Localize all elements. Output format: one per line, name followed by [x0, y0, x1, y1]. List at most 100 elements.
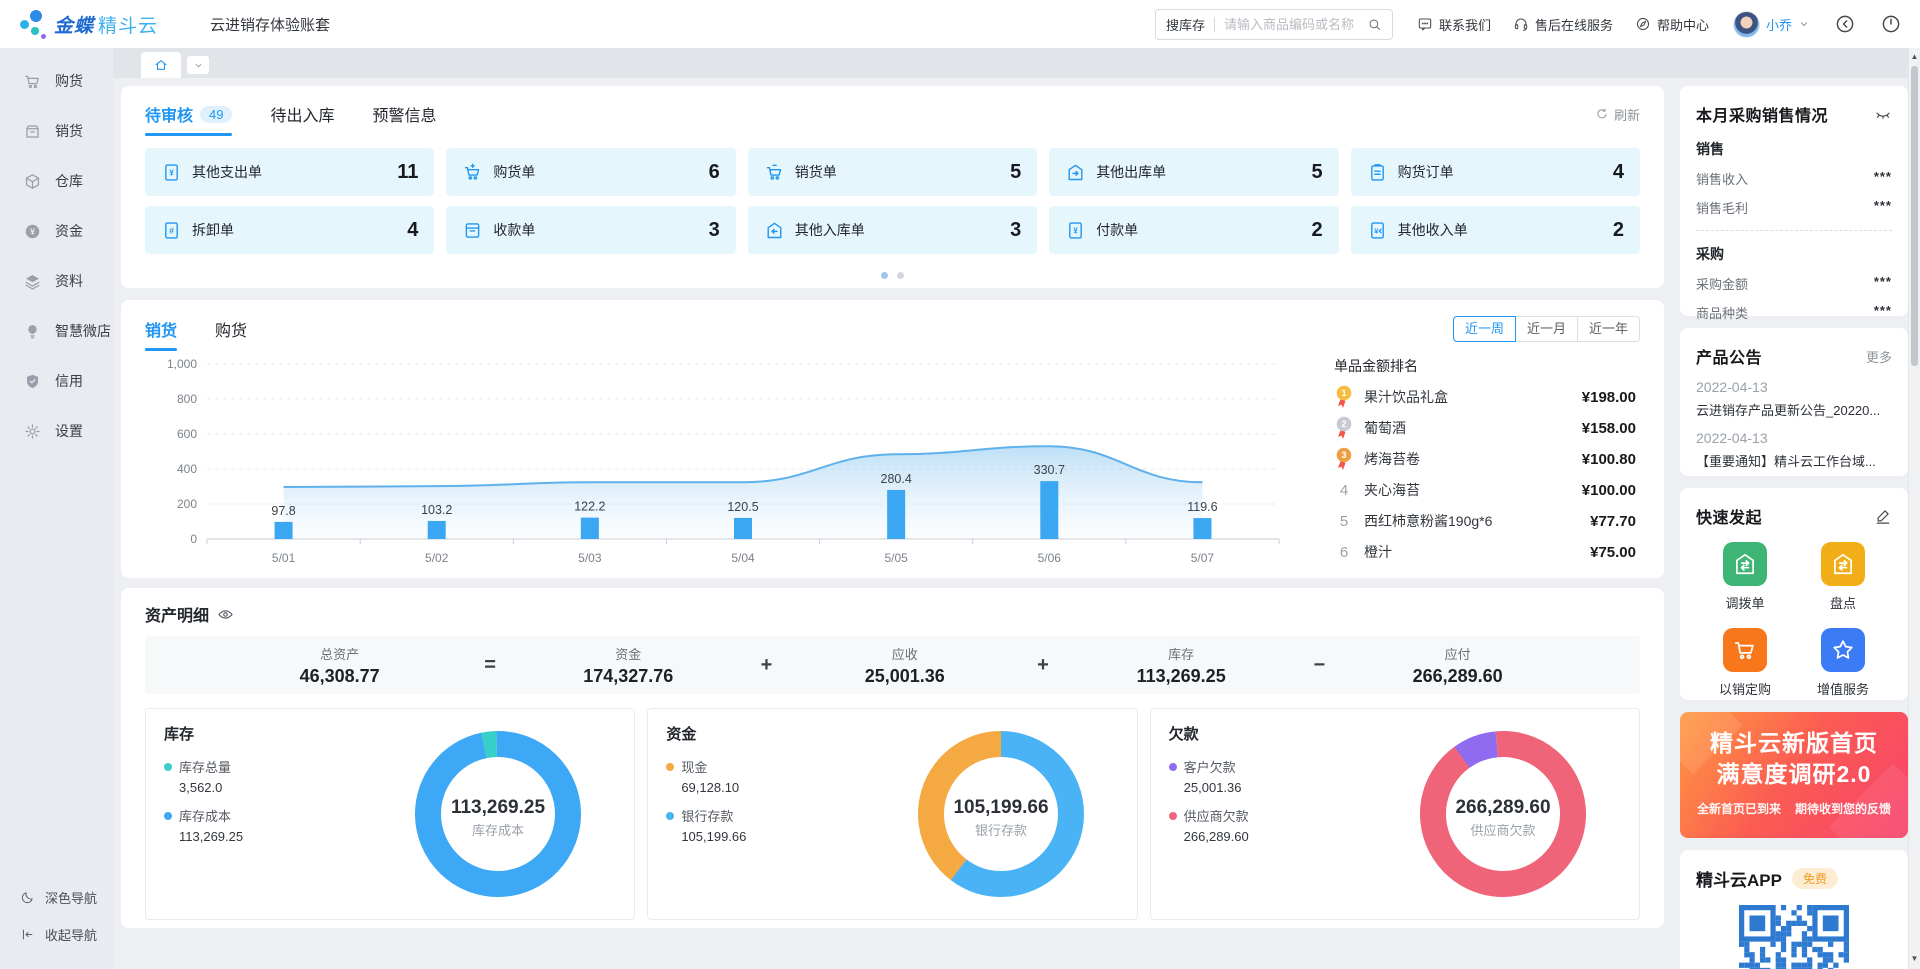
todo-card[interactable]: 其他出库单5: [1049, 148, 1338, 196]
ranking-row[interactable]: 3烤海苔卷¥100.80: [1334, 449, 1636, 469]
summary-value: 46,308.77: [205, 666, 474, 687]
donut-chart-debts: 266,289.60供应商欠款: [1415, 726, 1591, 902]
todo-card-label: 购货单: [493, 162, 535, 182]
quick-action-star[interactable]: 增值服务: [1817, 628, 1869, 698]
todo-card[interactable]: 购货单6: [446, 148, 735, 196]
user-menu[interactable]: 小乔: [1733, 11, 1810, 38]
announcement-title[interactable]: 【重要通知】精斗云工作台域...: [1696, 451, 1892, 470]
todo-card[interactable]: #拆卸单4: [145, 206, 434, 254]
todo-card[interactable]: ¥付款单2: [1049, 206, 1338, 254]
free-badge: 免费: [1792, 868, 1838, 889]
svg-text:银行存款: 银行存款: [975, 823, 1027, 838]
sidebar-item-bulb[interactable]: 智慧微店: [0, 306, 113, 356]
trend-tab-1[interactable]: 购货: [215, 317, 247, 351]
svg-text:5/06: 5/06: [1038, 551, 1062, 565]
ranking-row[interactable]: 5西红柿意粉酱190g*6¥77.70: [1334, 511, 1636, 531]
monthly-group-heading: 销售: [1696, 139, 1892, 159]
back-circle-icon[interactable]: [1834, 13, 1856, 35]
sidebar-item-cart[interactable]: 购货: [0, 56, 113, 106]
topbar-link-headset[interactable]: 售后在线服务: [1513, 15, 1613, 34]
todo-card[interactable]: ¥其他支出单11: [145, 148, 434, 196]
legend-label: 现金: [681, 757, 707, 776]
trend-tab-0[interactable]: 销货: [145, 317, 177, 351]
ranking-row[interactable]: 4夹心海苔¥100.00: [1334, 480, 1636, 500]
todo-card[interactable]: 收款单3: [446, 206, 735, 254]
bulb-icon: [23, 322, 42, 341]
sidebar-item-cube[interactable]: 仓库: [0, 156, 113, 206]
ranking-row[interactable]: 6橙汁¥75.00: [1334, 542, 1636, 562]
todo-card[interactable]: ¥其他收入单2: [1351, 206, 1640, 254]
svg-text:5/01: 5/01: [272, 551, 296, 565]
todo-tab-2[interactable]: 预警信息: [373, 102, 437, 136]
todo-card-count: 4: [407, 219, 418, 242]
ranking-row[interactable]: 2葡萄酒¥158.00: [1334, 418, 1636, 438]
quick-action-cart[interactable]: 以销定购: [1719, 628, 1771, 698]
search-category[interactable]: 搜库存: [1166, 15, 1205, 34]
pagination-dot-0[interactable]: [881, 272, 888, 279]
todo-card[interactable]: 购货订单4: [1351, 148, 1640, 196]
svg-text:400: 400: [177, 462, 197, 476]
sidebar-item-layers[interactable]: 资料: [0, 256, 113, 306]
pagination-dot-1[interactable]: [897, 272, 904, 279]
sidebar-item-label: 信用: [55, 371, 83, 391]
announcement-title[interactable]: 云进销存产品更新公告_20220...: [1696, 400, 1892, 419]
todo-tab-1[interactable]: 待出入库: [270, 102, 334, 136]
app-logo[interactable]: 金蝶 精斗云: [18, 8, 158, 40]
summary-operator: −: [1304, 654, 1336, 677]
range-button-2[interactable]: 近一年: [1577, 316, 1640, 342]
sidebar-footer-moon[interactable]: 深色导航: [0, 879, 113, 916]
search-input[interactable]: [1224, 17, 1367, 32]
topbar-link-chat[interactable]: 联系我们: [1417, 15, 1491, 34]
asset-card-debts: 欠款客户欠款25,001.36供应商欠款266,289.60266,289.60…: [1150, 708, 1640, 920]
pencil-icon[interactable]: [1874, 507, 1892, 525]
summary-item: 库存113,269.25: [1059, 644, 1304, 687]
app-title: 精斗云APP: [1696, 866, 1782, 891]
quick-action-label: 盘点: [1830, 593, 1856, 612]
sidebar-item-label: 销货: [55, 121, 83, 141]
trend-panel: 销货购货 近一周近一月近一年 02004006008001,00097.8103…: [121, 300, 1664, 578]
svg-text:¥: ¥: [30, 226, 35, 236]
rank-amount: ¥198.00: [1582, 389, 1636, 406]
monthly-stat-value: ***: [1874, 274, 1892, 293]
quick-action-house-swap[interactable]: 盘点: [1821, 542, 1865, 612]
power-icon[interactable]: [1880, 13, 1902, 35]
refresh-button[interactable]: 刷新: [1595, 105, 1640, 134]
ranking-row[interactable]: 1果汁饮品礼盒¥198.00: [1334, 387, 1636, 407]
topbar-link-compass[interactable]: 帮助中心: [1635, 15, 1709, 34]
search-icon[interactable]: [1367, 17, 1382, 32]
more-link[interactable]: 更多: [1866, 347, 1892, 366]
sidebar-item-yen-circle[interactable]: ¥资金: [0, 206, 113, 256]
svg-text:¥: ¥: [1374, 226, 1379, 235]
range-button-1[interactable]: 近一月: [1515, 316, 1578, 342]
range-button-0[interactable]: 近一周: [1453, 316, 1516, 342]
todo-tabs-row: 待审核49 待出入库 预警信息 刷新: [121, 86, 1664, 136]
collapse-icon: [20, 927, 35, 942]
ranking-rows: 1果汁饮品礼盒¥198.00 2葡萄酒¥158.00 3烤海苔卷¥100.80 4夹心…: [1334, 387, 1636, 562]
sidebar-item-gear[interactable]: 设置: [0, 406, 113, 456]
scrollbar-thumb[interactable]: [1911, 66, 1918, 366]
todo-tab-0[interactable]: 待审核49: [145, 102, 232, 136]
announcement-date: 2022-04-13: [1696, 379, 1892, 395]
eye-closed-icon[interactable]: [1874, 105, 1892, 123]
quick-action-house-swap[interactable]: 调拨单: [1723, 542, 1767, 612]
pagination-dots: [121, 272, 1664, 279]
doc-box-icon: [462, 220, 483, 241]
sidebar-footer-collapse[interactable]: 收起导航: [0, 916, 113, 953]
app-download-panel: 精斗云APP 免费: [1680, 850, 1908, 969]
scroll-down-arrow[interactable]: ▼: [1909, 954, 1920, 963]
svg-text:119.6: 119.6: [1187, 500, 1217, 514]
sidebar-item-box[interactable]: 销货: [0, 106, 113, 156]
inventory-search[interactable]: 搜库存: [1155, 9, 1393, 40]
assets-panel: 资产明细 总资产46,308.77=资金174,327.76+应收25,001.…: [121, 588, 1664, 928]
tab-list-caret[interactable]: [187, 56, 209, 74]
todo-card[interactable]: 其他入库单3: [748, 206, 1037, 254]
svg-text:5/03: 5/03: [578, 551, 602, 565]
todo-card-count: 3: [709, 219, 720, 242]
avatar[interactable]: [1733, 11, 1760, 38]
scroll-up-arrow[interactable]: ▲: [1909, 52, 1920, 61]
eye-open-icon[interactable]: [217, 606, 234, 623]
sidebar-item-shield[interactable]: 信用: [0, 356, 113, 406]
home-tab[interactable]: [141, 52, 181, 78]
survey-banner[interactable]: 精斗云新版首页 满意度调研2.0 全新首页已到来 期待收到您的反馈: [1680, 712, 1908, 838]
todo-card[interactable]: 销货单5: [748, 148, 1037, 196]
